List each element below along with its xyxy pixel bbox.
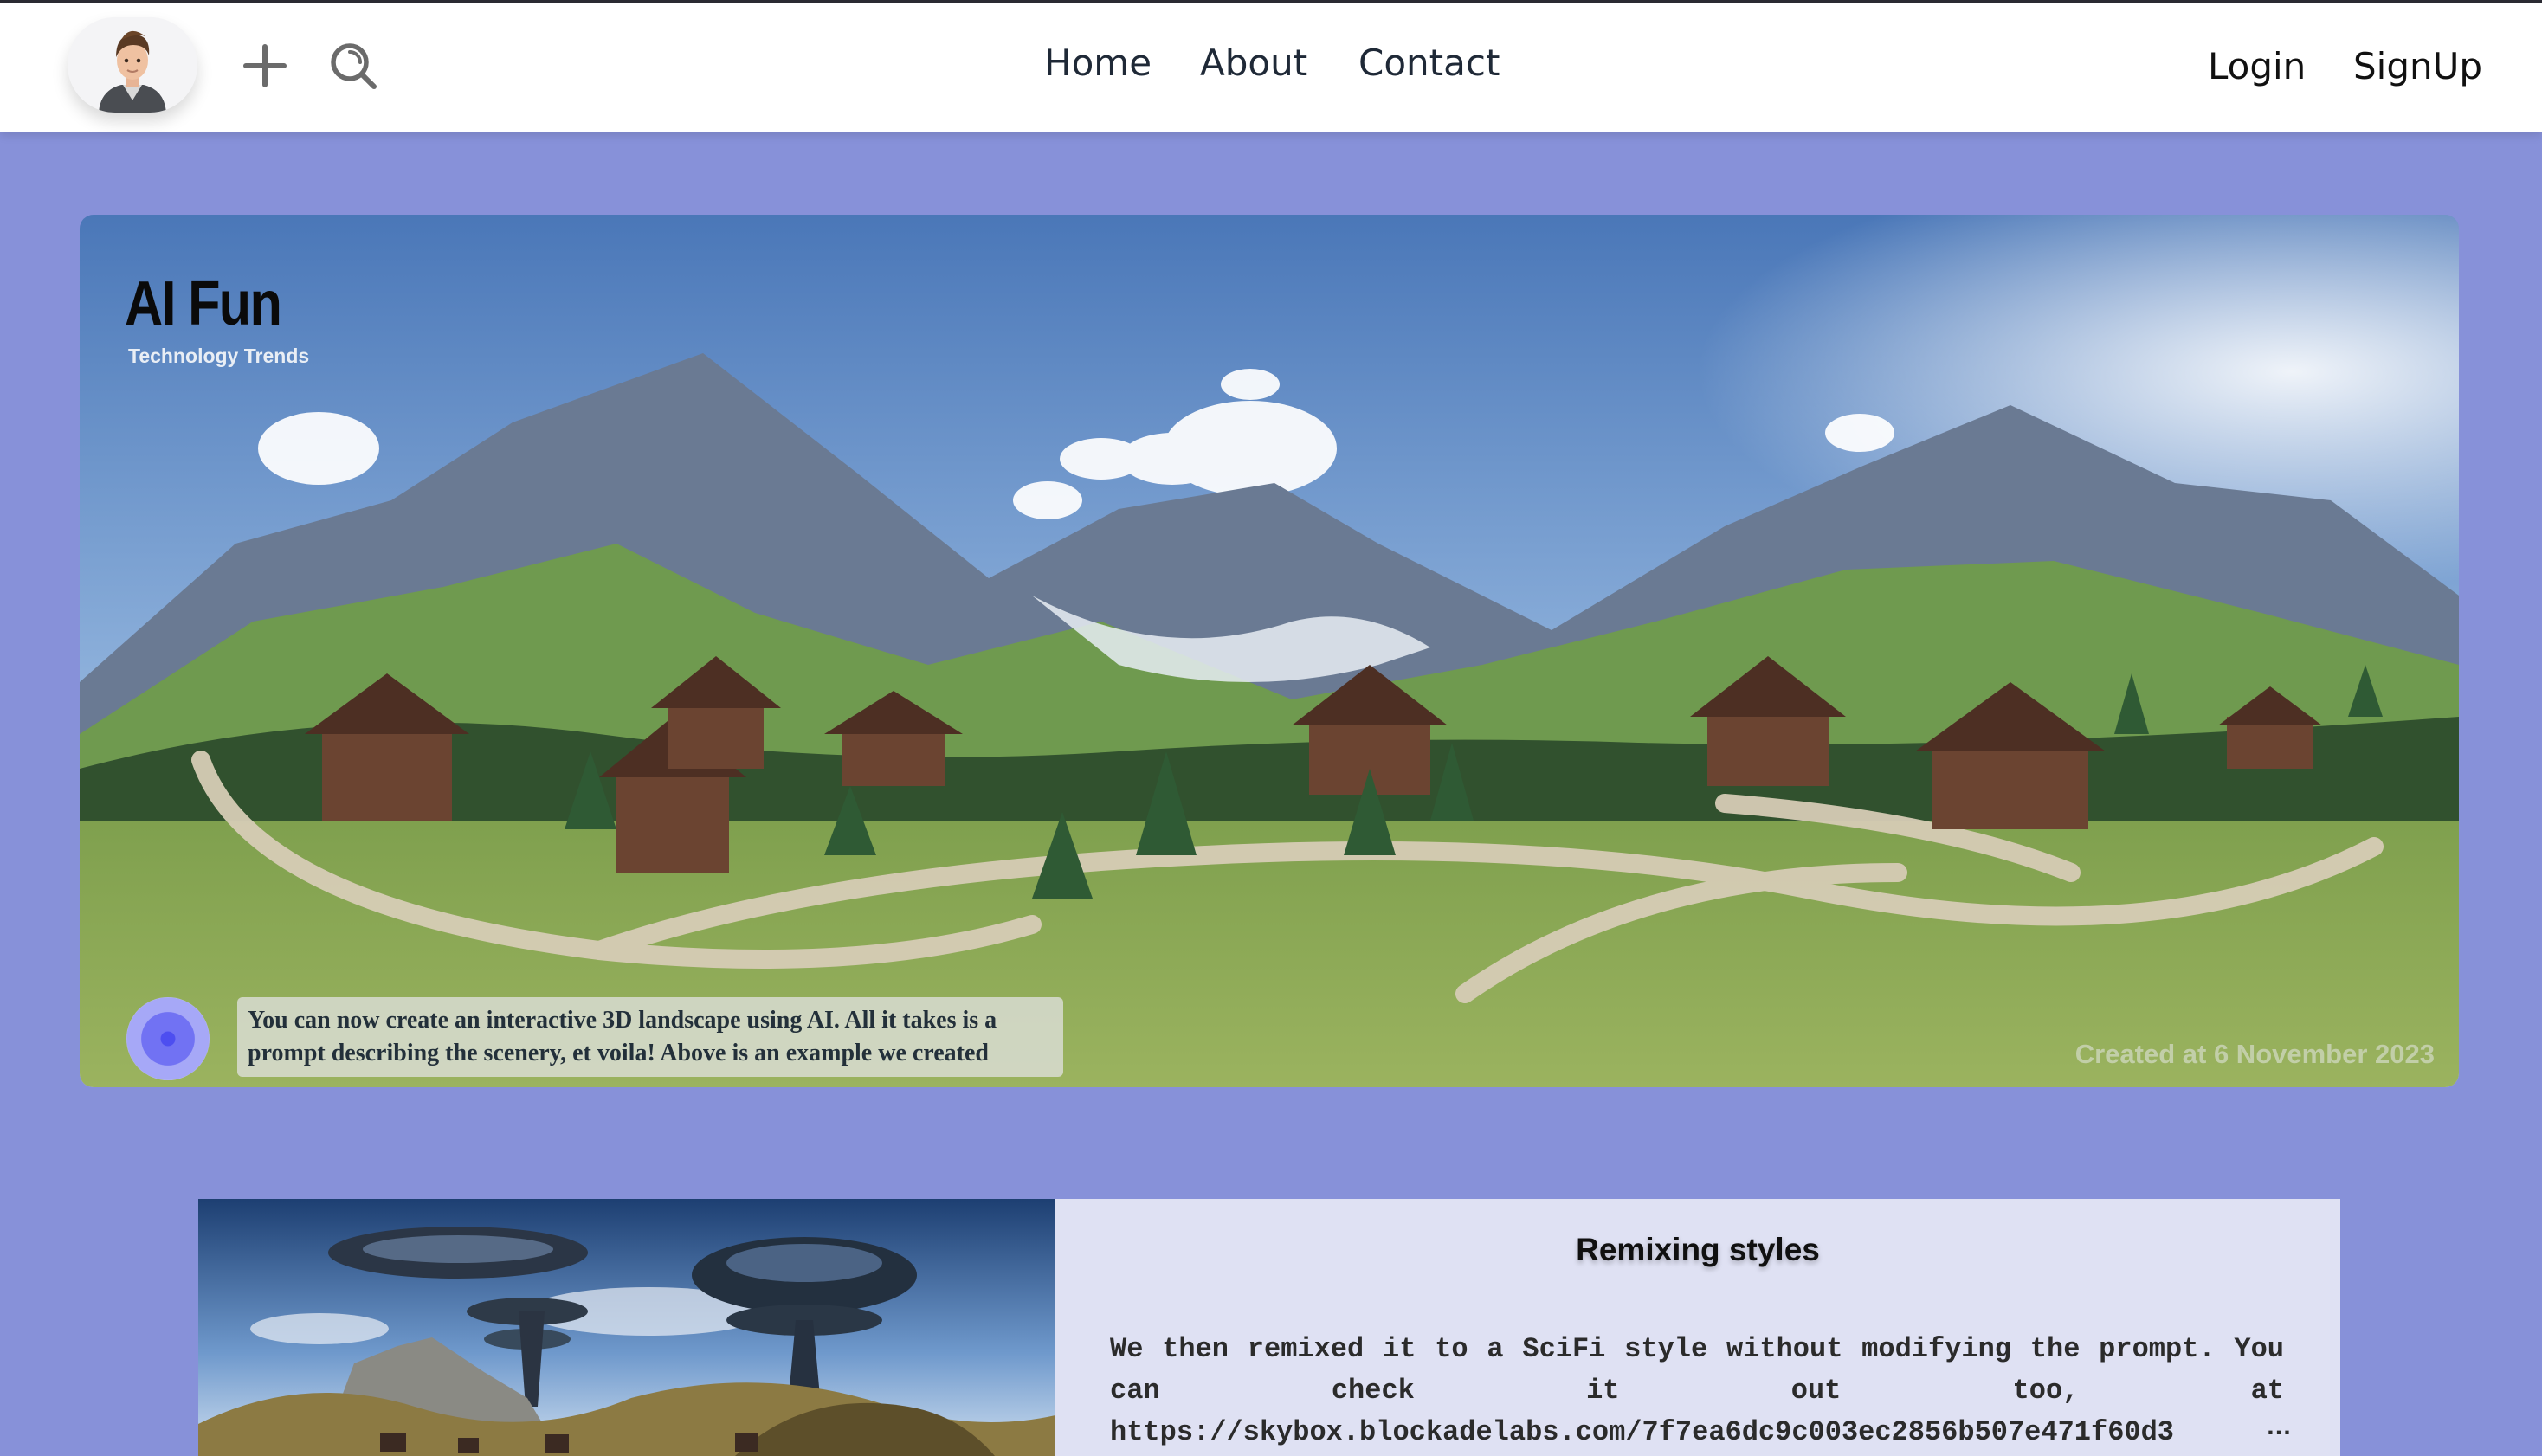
- nav-about-link[interactable]: About: [1200, 42, 1307, 84]
- plus-icon[interactable]: [237, 38, 293, 93]
- search-icon[interactable]: [326, 38, 381, 93]
- hero-title: AI Fun: [125, 269, 282, 338]
- post-body: We then remixed it to a SciFi style with…: [1110, 1333, 2284, 1448]
- scifi-landscape-image: [198, 1199, 1055, 1456]
- post-ellipsis: …: [2266, 1412, 2292, 1440]
- hero-target-icon[interactable]: [126, 997, 210, 1080]
- hero-date: Created at 6 November 2023: [2074, 1039, 2435, 1069]
- hero-banner: AI Fun Technology Trends You can now cre…: [80, 215, 2459, 1087]
- signup-button[interactable]: SignUp: [2353, 45, 2482, 87]
- login-button[interactable]: Login: [2208, 45, 2306, 87]
- avatar-illustration: [68, 17, 197, 113]
- hero-subtitle: Technology Trends: [128, 345, 310, 367]
- post-title: Remixing styles: [1576, 1232, 1820, 1267]
- nav-home-link[interactable]: Home: [1044, 42, 1152, 84]
- post-card[interactable]: Remixing styles We then remixed it to a …: [198, 1199, 2340, 1456]
- avatar[interactable]: [68, 17, 197, 113]
- hero-landscape-image: [80, 215, 2459, 1087]
- nav-contact-link[interactable]: Contact: [1358, 42, 1500, 84]
- navbar: Home About Contact Login SignUp: [0, 3, 2542, 132]
- hero-caption: You can now create an interactive 3D lan…: [237, 997, 1063, 1077]
